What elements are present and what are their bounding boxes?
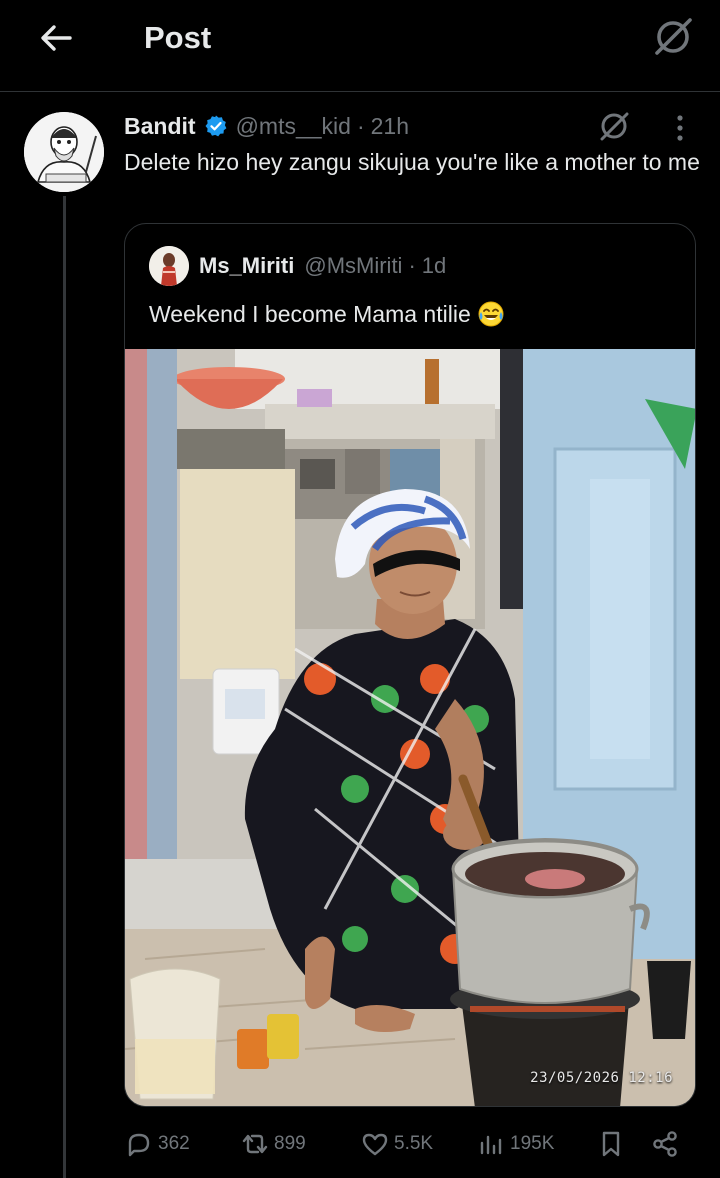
share-icon[interactable] — [650, 1129, 680, 1159]
reply-icon — [128, 1133, 150, 1157]
views-icon — [480, 1135, 502, 1155]
post-header: Bandit @mts__kid · 21h — [124, 110, 409, 142]
separator-dot: · — [356, 112, 365, 139]
like-count: 5.5K — [394, 1133, 434, 1154]
top-bar: Post — [0, 0, 720, 92]
face-with-tears-of-joy-icon — [478, 301, 504, 327]
image-timestamp: 23/05/2026 12:16 — [530, 1070, 673, 1086]
views-button[interactable]: 195K — [476, 1122, 554, 1166]
post-text: Delete hizo hey zangu sikujua you're lik… — [124, 149, 700, 175]
quoted-post[interactable]: Ms_Miriti @MsMiriti · 1d Weekend I becom… — [124, 223, 696, 1107]
post-actions: 362 899 5.5K 195K — [124, 1122, 696, 1166]
quote-avatar-illustration — [149, 246, 189, 286]
quote-header: Ms_Miriti @MsMiriti · 1d — [199, 250, 446, 282]
quote-text: Weekend I become Mama ntilie — [149, 300, 471, 327]
quote-time[interactable]: 1d — [422, 253, 446, 279]
quote-author-name[interactable]: Ms_Miriti — [199, 253, 294, 279]
cooking-photo-illustration — [125, 349, 695, 1106]
thread-line — [63, 196, 66, 1178]
avatar[interactable] — [24, 112, 104, 192]
repost-icon — [242, 1134, 268, 1154]
like-button[interactable]: 5.5K — [360, 1122, 433, 1166]
verified-badge-icon — [205, 115, 226, 137]
reply-count: 362 — [158, 1133, 190, 1154]
quote-text-row: Weekend I become Mama ntilie — [149, 300, 505, 328]
reply-button[interactable]: 362 — [124, 1122, 190, 1166]
like-icon — [362, 1133, 388, 1156]
author-name[interactable]: Bandit — [124, 113, 196, 140]
author-handle[interactable]: @mts__kid — [236, 113, 351, 140]
quote-author-handle[interactable]: @MsMiriti — [304, 253, 402, 279]
repost-count: 899 — [274, 1133, 306, 1154]
view-count: 195K — [510, 1133, 555, 1154]
page-title: Post — [144, 20, 212, 55]
avatar-illustration — [24, 112, 104, 192]
post-image[interactable]: 23/05/2026 12:16 — [125, 349, 695, 1106]
repost-button[interactable]: 899 — [240, 1122, 306, 1166]
separator-dot: · — [408, 253, 416, 278]
back-arrow-icon[interactable] — [36, 18, 76, 58]
grok-icon[interactable] — [650, 14, 696, 60]
grok-icon[interactable] — [596, 108, 632, 144]
bookmark-icon[interactable] — [596, 1129, 626, 1159]
post-time[interactable]: 21h — [371, 113, 409, 140]
more-icon[interactable] — [666, 110, 694, 146]
quote-avatar[interactable] — [149, 246, 189, 286]
